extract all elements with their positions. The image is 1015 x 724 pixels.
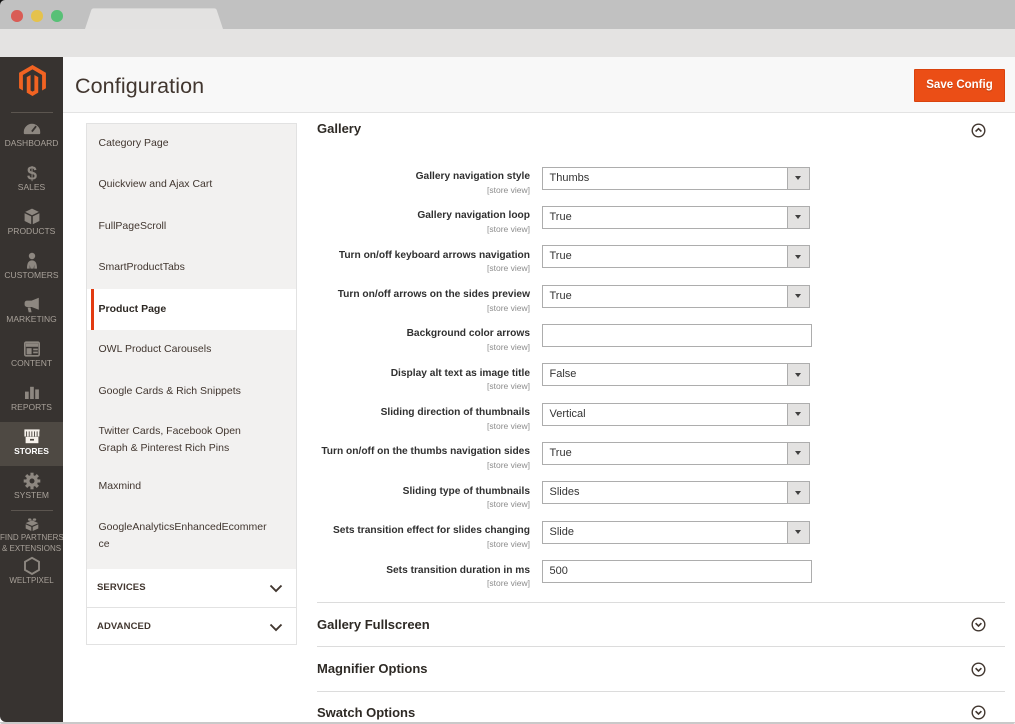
svg-text:$: $ bbox=[26, 163, 36, 183]
